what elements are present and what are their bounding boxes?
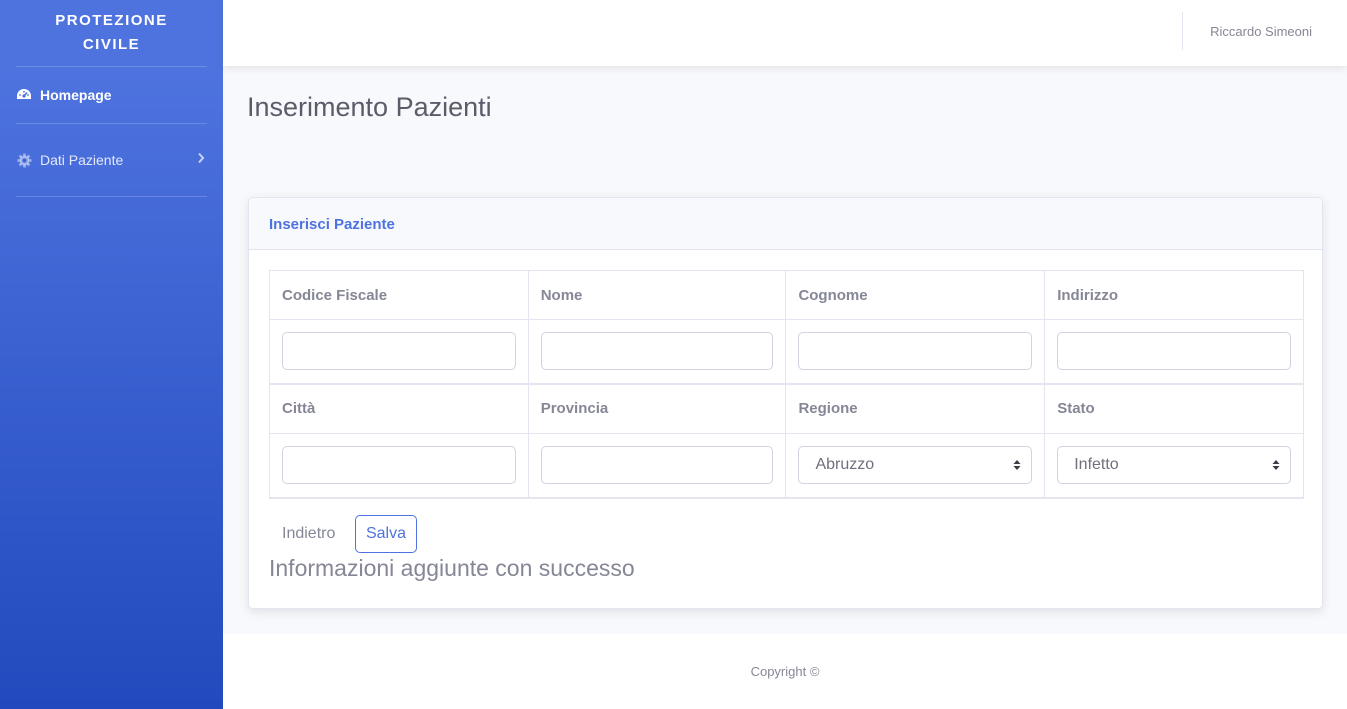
regione-selected-value: Abruzzo — [815, 456, 875, 474]
user-menu[interactable]: Riccardo Simeoni — [1210, 24, 1312, 39]
card-title: Inserisci Paziente — [249, 198, 1322, 250]
sidebar-item-homepage[interactable]: Homepage — [0, 67, 223, 123]
topbar: Riccardo Simeoni — [223, 0, 1347, 66]
label-indirizzo: Indirizzo — [1044, 270, 1304, 320]
provincia-input[interactable] — [540, 446, 774, 485]
indirizzo-input[interactable] — [1057, 332, 1291, 371]
tachometer-icon — [16, 87, 32, 103]
select-arrows-icon — [1013, 459, 1021, 471]
sidebar: PROTEZIONE CIVILE Homepage Dati Paziente — [0, 0, 223, 709]
brand-line1: PROTEZIONE — [55, 12, 168, 29]
nome-input[interactable] — [540, 332, 774, 371]
page-title: Inserimento Pazienti — [247, 92, 492, 122]
label-codice-fiscale: Codice Fiscale — [269, 270, 529, 320]
footer: Copyright © — [223, 634, 1347, 709]
sidebar-item-label: Dati Paziente — [40, 152, 124, 168]
label-nome: Nome — [527, 270, 787, 320]
label-cognome: Cognome — [785, 270, 1046, 320]
select-arrows-icon — [1272, 459, 1280, 471]
cognome-input[interactable] — [798, 332, 1033, 371]
brand-line2: CIVILE — [82, 36, 141, 53]
regione-select[interactable]: Abruzzo — [798, 446, 1033, 485]
label-regione: Regione — [785, 382, 1046, 434]
label-citta: Città — [269, 382, 529, 434]
gear-icon — [16, 152, 32, 168]
copyright-text: Copyright © — [750, 664, 820, 679]
chevron-right-icon — [195, 151, 207, 165]
patient-form-table: Codice Fiscale Nome Cognome Indirizzo Ci… — [269, 270, 1304, 499]
citta-input[interactable] — [282, 446, 516, 485]
stato-select[interactable]: Infetto — [1057, 446, 1291, 485]
sidebar-item-label: Homepage — [40, 87, 112, 103]
stato-selected-value: Infetto — [1074, 456, 1119, 474]
topbar-divider — [1182, 12, 1183, 50]
success-message: Informazioni aggiunte con successo — [269, 555, 635, 581]
label-provincia: Provincia — [527, 382, 787, 434]
label-stato: Stato — [1044, 382, 1304, 434]
sidebar-divider — [16, 196, 207, 197]
back-button[interactable]: Indietro — [269, 516, 348, 552]
codice-fiscale-input[interactable] — [282, 332, 516, 371]
brand[interactable]: PROTEZIONE CIVILE — [0, 0, 223, 66]
insert-patient-card: Inserisci Paziente Codice Fiscale Nome C… — [248, 197, 1323, 609]
sidebar-item-dati-paziente[interactable]: Dati Paziente — [0, 124, 223, 196]
save-button[interactable]: Salva — [355, 515, 417, 553]
